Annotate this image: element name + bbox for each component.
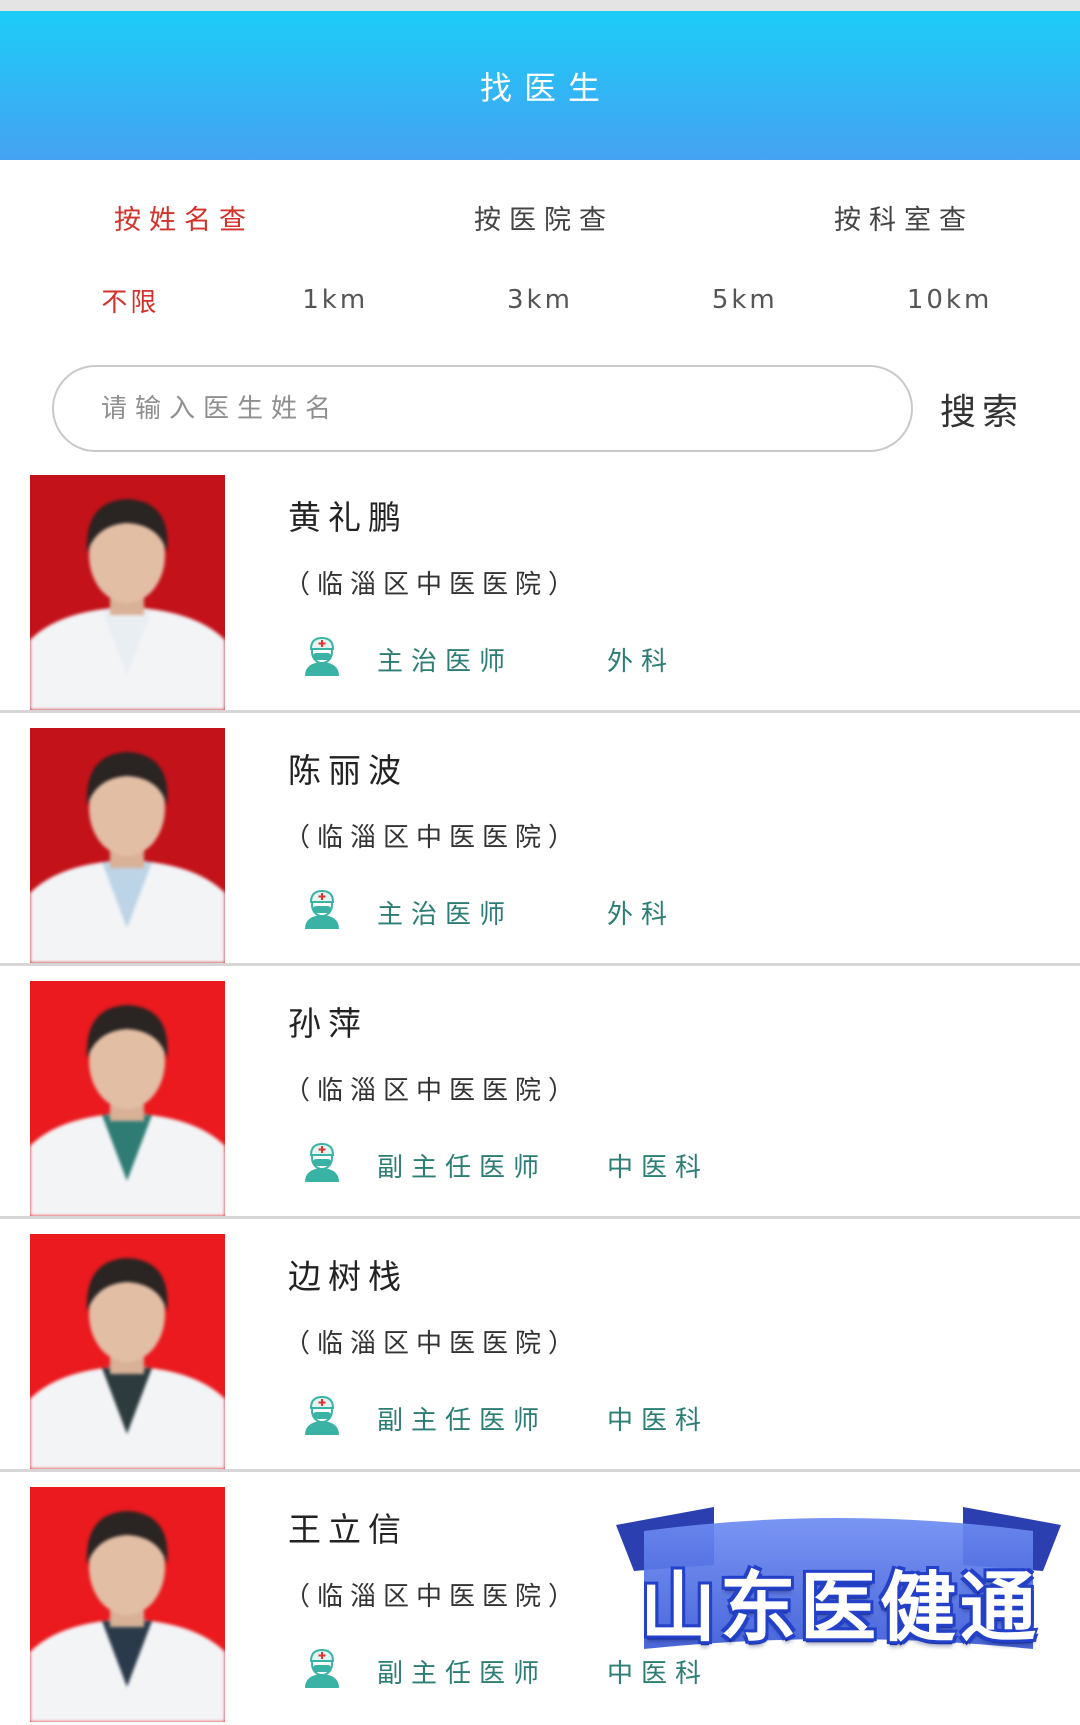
tab-by-hospital[interactable]: 按医院查: [360, 198, 720, 237]
status-strip: [0, 0, 1080, 11]
doctor-photo: [30, 1487, 225, 1722]
distance-option-3km[interactable]: 3km: [438, 285, 643, 315]
doctor-name: 边树栈: [288, 1257, 408, 1296]
doctor-icon: [301, 888, 343, 930]
search-bar: 搜索: [0, 365, 1080, 452]
doctor-name: 王立信: [288, 1510, 408, 1549]
distance-option-5km[interactable]: 5km: [642, 285, 847, 315]
distance-option-unlimited[interactable]: 不限: [28, 282, 233, 319]
doctor-icon: [301, 1141, 343, 1183]
doctor-hospital: （临淄区中医医院）: [284, 570, 582, 600]
tab-by-name[interactable]: 按姓名查: [0, 198, 360, 237]
doctor-icon: [301, 635, 343, 677]
find-doctor-screen: 找医生 按姓名查 按医院查 按科室查 不限 1km 3km 5km 10km 搜…: [0, 0, 1080, 1725]
doctor-icon: [301, 1394, 343, 1436]
search-input[interactable]: [52, 365, 913, 452]
brand-watermark-logo: 山东医健通: [616, 1507, 1061, 1655]
doctor-department: 中医科: [607, 1406, 710, 1436]
doctor-name: 黄礼鹏: [288, 498, 408, 537]
doctor-hospital: （临淄区中医医院）: [284, 1329, 582, 1359]
doctor-photo: [30, 475, 225, 710]
doctor-icon: [301, 1647, 343, 1689]
doctor-photo: [30, 1234, 225, 1469]
distance-option-1km[interactable]: 1km: [233, 285, 438, 315]
doctor-department: 外科: [607, 647, 676, 677]
doctor-title: 副主任医师: [377, 1153, 548, 1183]
doctor-photo: [30, 728, 225, 963]
doctor-photo: [30, 981, 225, 1216]
doctor-list-item[interactable]: 黄礼鹏 （临淄区中医医院） 主治医师 外科: [0, 460, 1080, 713]
doctor-title: 副主任医师: [377, 1659, 548, 1689]
doctor-list-item[interactable]: 陈丽波 （临淄区中医医院） 主治医师 外科: [0, 713, 1080, 966]
doctor-name: 孙萍: [288, 1004, 368, 1043]
doctor-name: 陈丽波: [288, 751, 408, 790]
watermark-text: 山东医健通: [640, 1563, 1040, 1652]
doctor-title: 主治医师: [377, 647, 514, 677]
doctor-hospital: （临淄区中医医院）: [284, 823, 582, 853]
doctor-department: 外科: [607, 900, 676, 930]
doctor-hospital: （临淄区中医医院）: [284, 1582, 582, 1612]
page-header: 找医生: [0, 11, 1080, 160]
search-mode-tabs: 按姓名查 按医院查 按科室查: [0, 160, 1080, 274]
doctor-department: 中医科: [607, 1659, 710, 1689]
doctor-list-item[interactable]: 孙萍 （临淄区中医医院） 副主任医师 中医科: [0, 966, 1080, 1219]
distance-option-10km[interactable]: 10km: [847, 285, 1052, 315]
doctor-list-item[interactable]: 边树栈 （临淄区中医医院） 副主任医师 中医科: [0, 1219, 1080, 1472]
search-button[interactable]: 搜索: [940, 383, 1050, 435]
doctor-department: 中医科: [607, 1153, 710, 1183]
tab-by-department[interactable]: 按科室查: [720, 198, 1080, 237]
page-title: 找医生: [479, 68, 612, 107]
doctor-title: 主治医师: [377, 900, 514, 930]
doctor-hospital: （临淄区中医医院）: [284, 1076, 582, 1106]
doctor-title: 副主任医师: [377, 1406, 548, 1436]
distance-filter-bar: 不限 1km 3km 5km 10km: [0, 274, 1080, 326]
